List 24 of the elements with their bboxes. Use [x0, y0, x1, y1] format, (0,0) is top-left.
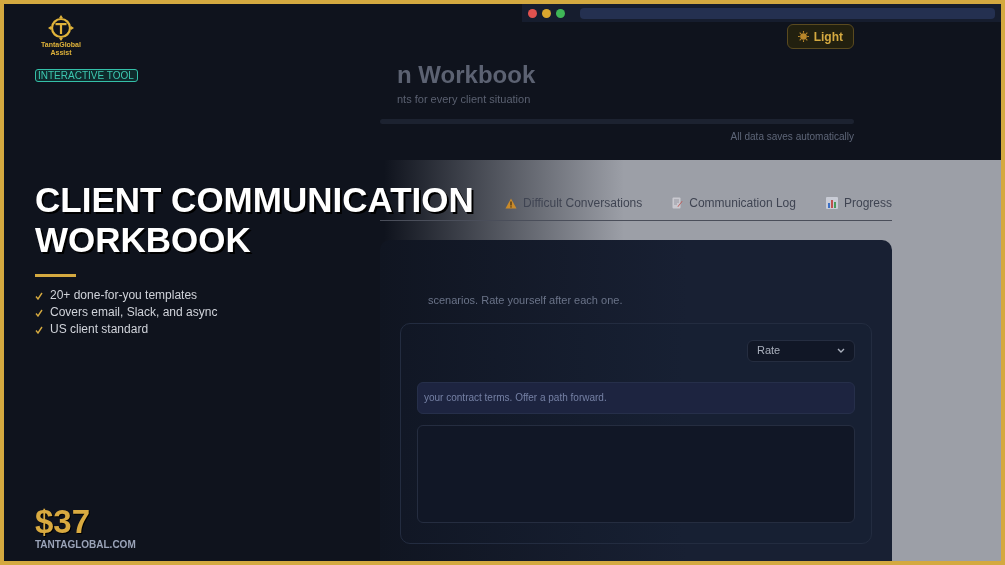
response-field[interactable] — [417, 424, 855, 523]
tool-badge: INTERACTIVE TOOL — [35, 69, 138, 82]
save-note: All data saves automatically — [730, 130, 854, 144]
feature-text: US client standard — [50, 322, 149, 337]
sun-logo-icon — [46, 15, 76, 41]
sun-icon — [797, 31, 809, 42]
page-title: n Workbook — [397, 60, 537, 90]
product-title: CLIENT COMMUNICATION WORKBOOK — [35, 180, 474, 260]
website: TANTAGLOBAL.COM — [35, 539, 137, 551]
address-bar[interactable] — [580, 7, 995, 19]
page-subtitle: nts for every client situation — [397, 92, 532, 107]
card-intro: scenarios. Rate yourself after each one. — [427, 293, 624, 308]
warning-icon — [505, 197, 518, 209]
feature-text: 20+ done-for-you templates — [50, 288, 198, 303]
feature-text: Covers email, Slack, and async — [50, 305, 218, 320]
memo-icon — [672, 197, 684, 209]
rating-select[interactable]: Rate — [747, 339, 855, 362]
tab[interactable]: Progress — [825, 194, 892, 212]
bar-chart-icon — [825, 197, 838, 209]
chevron-down-icon — [837, 347, 845, 354]
price: $37 — [35, 505, 92, 539]
theme-button[interactable]: Light — [786, 24, 854, 49]
prompt-box: your contract terms. Offer a path forward. — [417, 381, 855, 414]
tab[interactable]: Communication Log — [672, 194, 796, 212]
